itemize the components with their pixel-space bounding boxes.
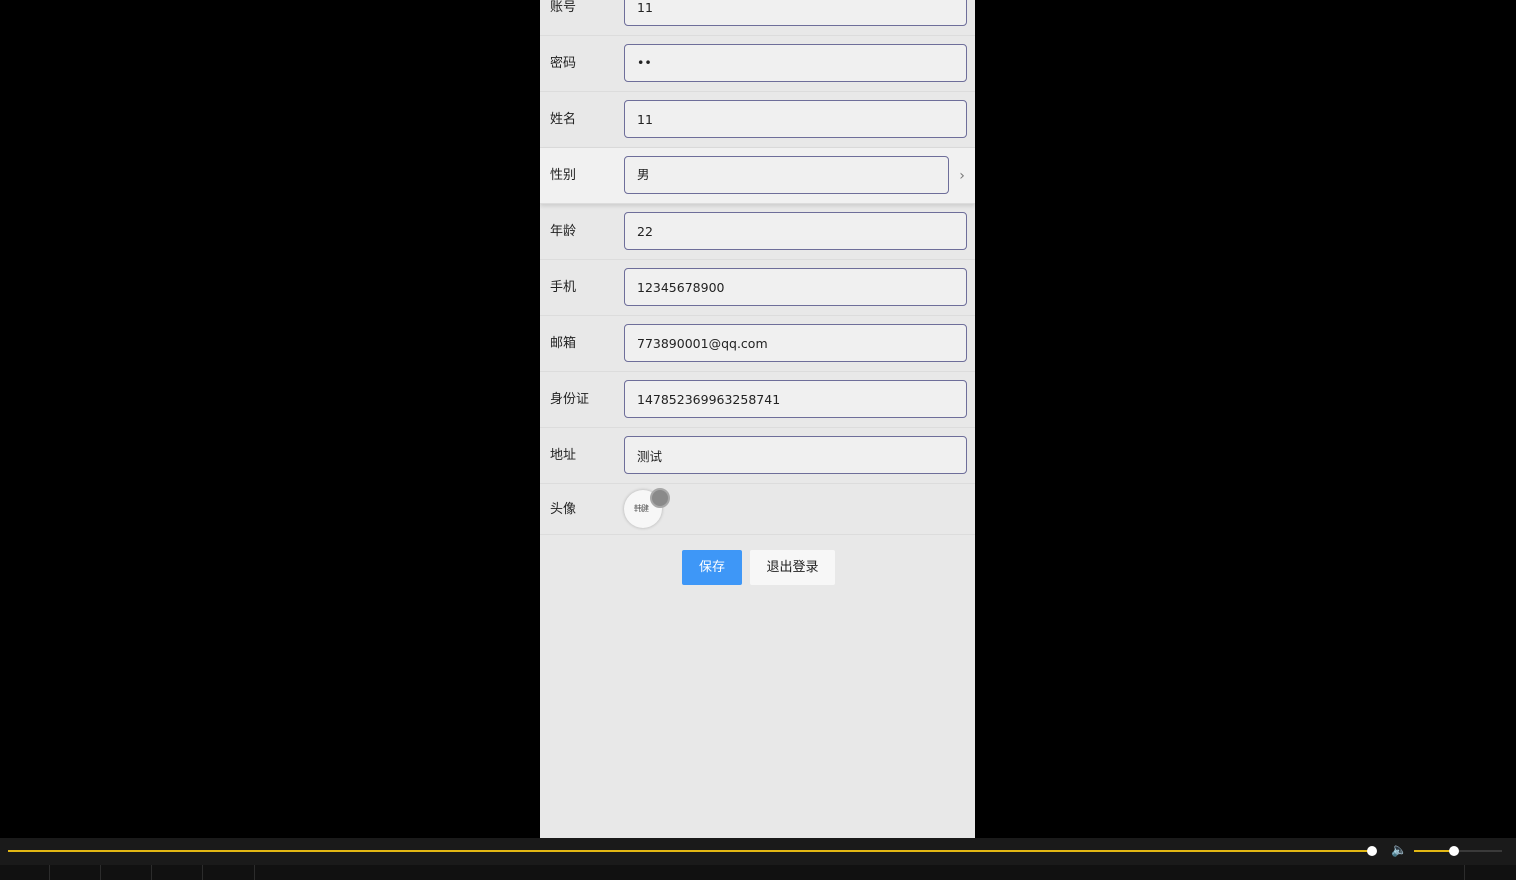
email-input[interactable] bbox=[624, 324, 967, 362]
age-input[interactable] bbox=[624, 212, 967, 250]
phone-row: 手机 bbox=[540, 260, 975, 316]
id-card-input[interactable] bbox=[624, 380, 967, 418]
profile-form-screen: 账号 密码 •• 姓名 性别 男 › 年龄 手机 邮箱 bbox=[540, 0, 975, 838]
avatar[interactable]: 韩健 bbox=[624, 488, 670, 528]
toolbar-button[interactable] bbox=[101, 865, 152, 880]
seek-handle[interactable] bbox=[1367, 846, 1377, 856]
email-row: 邮箱 bbox=[540, 316, 975, 372]
account-row: 账号 bbox=[540, 0, 975, 36]
toolbar-button[interactable] bbox=[50, 865, 101, 880]
name-label: 姓名 bbox=[550, 112, 577, 127]
save-button[interactable]: 保存 bbox=[682, 550, 742, 585]
id-card-row: 身份证 bbox=[540, 372, 975, 428]
account-input[interactable] bbox=[624, 0, 967, 26]
age-label: 年龄 bbox=[550, 224, 577, 239]
chevron-right-icon[interactable]: › bbox=[955, 166, 969, 186]
address-label: 地址 bbox=[550, 448, 577, 463]
toolbar-button[interactable] bbox=[152, 865, 203, 880]
id-card-label: 身份证 bbox=[550, 392, 590, 407]
address-input[interactable] bbox=[624, 436, 967, 474]
video-frame: 账号 密码 •• 姓名 性别 男 › 年龄 手机 邮箱 bbox=[0, 0, 1516, 838]
avatar-row: 头像 韩健 bbox=[540, 485, 975, 535]
cursor-indicator-icon bbox=[650, 488, 670, 508]
toolbar-button[interactable] bbox=[203, 865, 255, 880]
toolbar-button[interactable] bbox=[0, 865, 50, 880]
gender-select[interactable]: 男 bbox=[624, 156, 949, 194]
password-label: 密码 bbox=[550, 56, 577, 71]
password-input[interactable]: •• bbox=[624, 44, 967, 82]
avatar-image-text: 韩健 bbox=[634, 504, 649, 513]
phone-input[interactable] bbox=[624, 268, 967, 306]
volume-icon[interactable]: 🔈 bbox=[1391, 843, 1409, 859]
volume-level bbox=[1414, 850, 1454, 852]
toolbar-divider bbox=[1464, 865, 1465, 880]
name-input[interactable] bbox=[624, 100, 967, 138]
age-row: 年龄 bbox=[540, 204, 975, 260]
phone-label: 手机 bbox=[550, 280, 577, 295]
email-label: 邮箱 bbox=[550, 336, 577, 351]
logout-button[interactable]: 退出登录 bbox=[750, 550, 835, 585]
video-player-controls: 🔈 bbox=[0, 838, 1516, 880]
gender-label: 性别 bbox=[550, 168, 577, 183]
seek-bar-progress bbox=[8, 850, 1372, 852]
volume-handle[interactable] bbox=[1449, 846, 1459, 856]
address-row: 地址 bbox=[540, 428, 975, 484]
gender-row[interactable]: 性别 男 › bbox=[540, 148, 975, 204]
account-label: 账号 bbox=[550, 0, 577, 15]
password-row: 密码 •• bbox=[540, 36, 975, 92]
seek-bar[interactable] bbox=[8, 850, 1372, 852]
avatar-label: 头像 bbox=[550, 502, 577, 517]
name-row: 姓名 bbox=[540, 92, 975, 148]
player-toolbar bbox=[0, 865, 1516, 880]
